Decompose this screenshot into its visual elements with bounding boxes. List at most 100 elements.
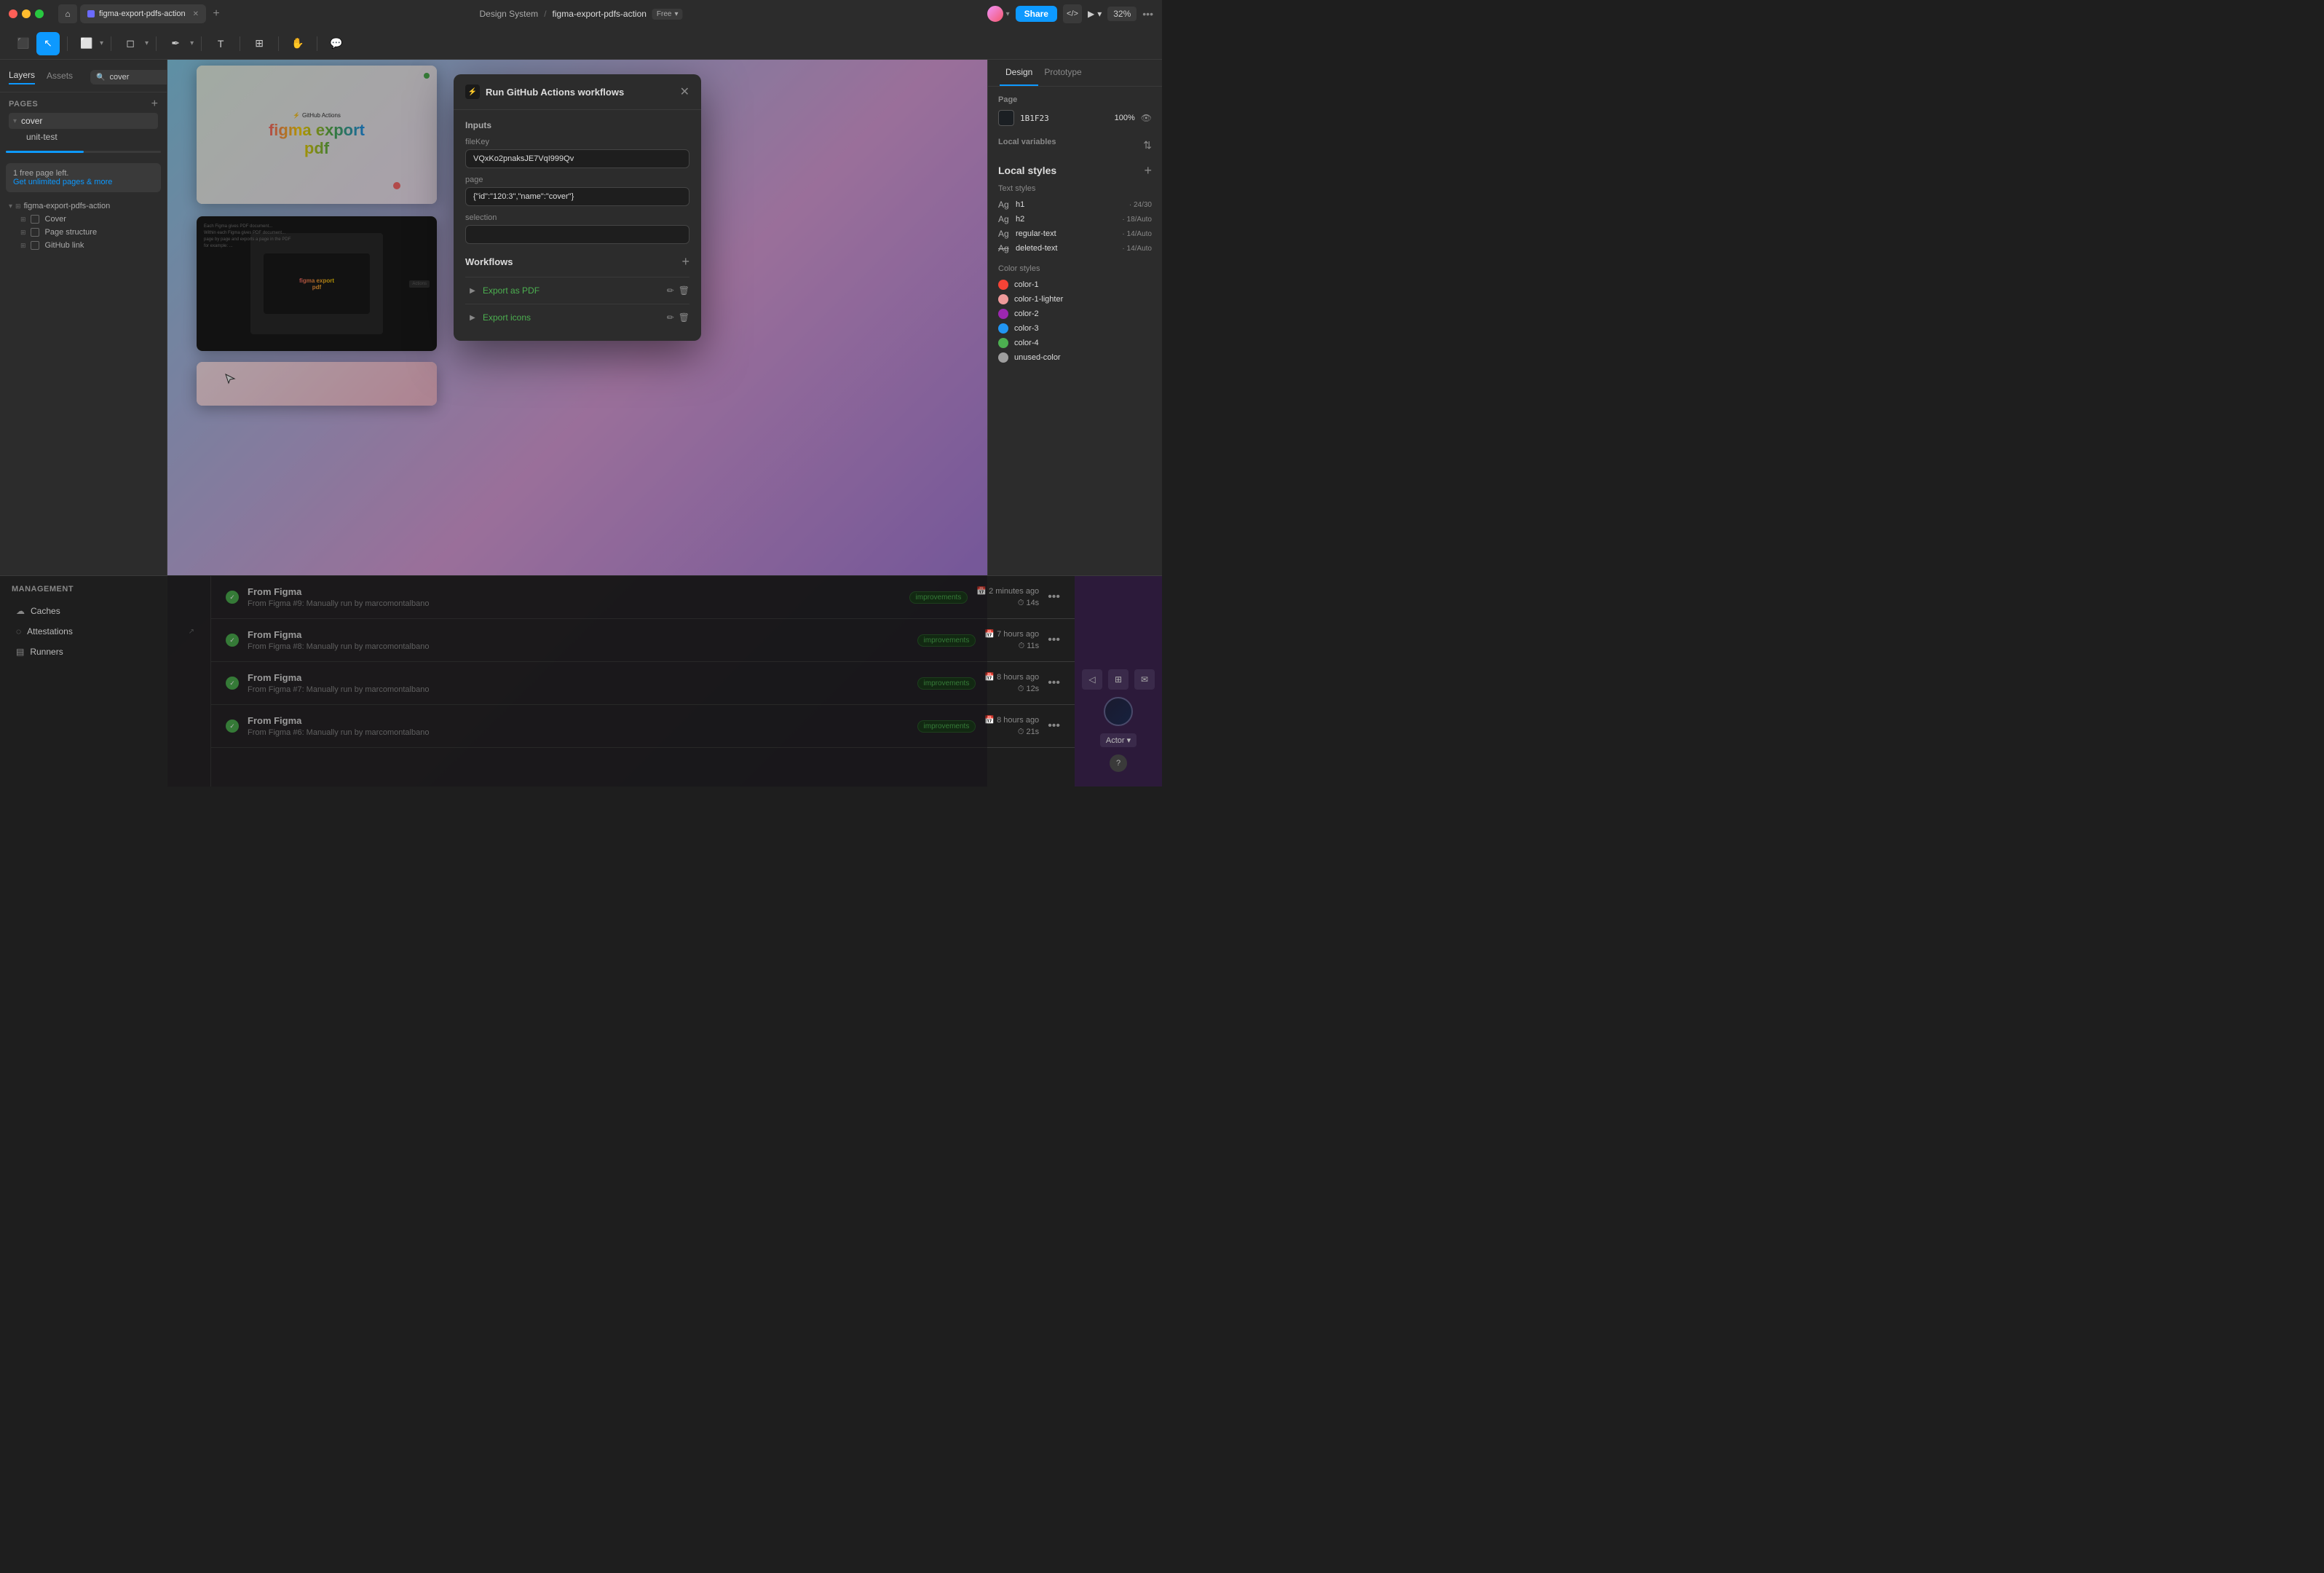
run-more-button[interactable]: ••• (1048, 677, 1060, 690)
page-color-value[interactable]: 1B1F23 (1020, 114, 1049, 123)
component-tool[interactable]: ⊞ (248, 32, 271, 55)
modal-close-button[interactable]: ✕ (680, 84, 689, 99)
comment-tool[interactable]: 💬 (325, 32, 348, 55)
layer-item-github-link[interactable]: ⊞ GitHub link (0, 239, 167, 252)
edit-workflow-button[interactable]: ✏ (667, 312, 674, 323)
fullscreen-button[interactable] (35, 9, 44, 18)
play-workflow-button[interactable]: ▶ (465, 283, 480, 298)
color-style-name[interactable]: color-2 (1014, 310, 1039, 318)
run-time-ago: 📅 7 hours ago (984, 629, 1039, 639)
color-style-name[interactable]: color-3 (1014, 324, 1039, 333)
local-styles-header: Local styles + (998, 164, 1152, 177)
color-style-name[interactable]: color-4 (1014, 339, 1039, 347)
color-style-name[interactable]: color-1-lighter (1014, 295, 1063, 304)
share-button[interactable]: Share (1016, 6, 1057, 22)
tab-layers[interactable]: Layers (9, 70, 35, 84)
search-input[interactable] (110, 73, 168, 82)
field-page: page (465, 176, 689, 206)
text-tool[interactable]: T (209, 32, 232, 55)
home-button[interactable]: ⌂ (58, 4, 77, 23)
icon-button-2[interactable]: ⊞ (1108, 669, 1129, 690)
add-style-button[interactable]: + (1144, 164, 1152, 177)
text-style-name[interactable]: h1 (1016, 200, 1024, 209)
color-swatch (998, 294, 1008, 304)
page-input[interactable] (465, 187, 689, 206)
run-more-button[interactable]: ••• (1048, 634, 1060, 647)
hand-tool[interactable]: ✋ (286, 32, 309, 55)
filekey-input[interactable] (465, 149, 689, 168)
free-badge[interactable]: Free ▾ (652, 9, 683, 20)
upgrade-link[interactable]: Get unlimited pages & more (13, 178, 112, 186)
modal-overlay[interactable]: ⚡ Run GitHub Actions workflows ✕ Inputs … (167, 60, 987, 786)
play-workflow-button[interactable]: ▶ (465, 310, 480, 325)
tab-assets[interactable]: Assets (47, 71, 73, 84)
code-button[interactable]: </> (1063, 4, 1082, 23)
layer-item-page-structure[interactable]: ⊞ Page structure (0, 226, 167, 239)
titlebar-right: ▾ Share </> ▶ ▾ 32% ••• (986, 4, 1153, 23)
close-button[interactable] (9, 9, 17, 18)
selection-input[interactable] (465, 225, 689, 244)
canvas-area[interactable]: ⚡ GitHub Actions figma exportpdf Each Fi… (167, 60, 987, 786)
icon-button-3[interactable]: ✉ (1134, 669, 1155, 690)
play-button[interactable]: ▶ ▾ (1088, 9, 1102, 19)
new-tab-button[interactable]: + (209, 7, 224, 21)
actor-dropdown[interactable]: Actor ▾ (1100, 733, 1137, 747)
color-style-name[interactable]: color-1 (1014, 280, 1039, 289)
delete-workflow-button[interactable]: 🗑 (679, 285, 689, 296)
tab-close-button[interactable]: ✕ (193, 10, 199, 18)
filekey-label: fileKey (465, 138, 689, 146)
color-swatch (998, 323, 1008, 334)
frame-tool[interactable]: ⬜ (75, 32, 98, 55)
add-workflow-button[interactable]: + (681, 254, 689, 269)
tab-prototype[interactable]: Prototype (1038, 60, 1087, 86)
help-button[interactable]: ? (1110, 754, 1127, 772)
more-options-button[interactable]: ••• (1142, 8, 1153, 20)
grid-icon: ⊞ (20, 242, 26, 250)
delete-workflow-button[interactable]: 🗑 (679, 312, 689, 323)
local-variables-header: Local variables ⇅ (998, 138, 1152, 152)
layer-item-root[interactable]: ▾ ⊞ figma-export-pdfs-action (0, 200, 167, 213)
pen-tool[interactable]: ✒ (164, 32, 187, 55)
workflow-name[interactable]: Export as PDF (483, 285, 667, 296)
page-opacity[interactable]: 100% (1115, 114, 1135, 122)
shape-tool[interactable]: ◻ (119, 32, 142, 55)
text-style-regular: Ag regular-text · 14/Auto (998, 226, 1152, 241)
tab-design[interactable]: Design (1000, 60, 1038, 86)
color-swatch (998, 280, 1008, 290)
layer-item-cover[interactable]: ⊞ Cover (0, 213, 167, 226)
local-variables-settings-icon[interactable]: ⇅ (1143, 139, 1152, 151)
grid-icon: ⊞ (20, 229, 26, 237)
page-name: unit-test (26, 132, 58, 142)
text-style-name[interactable]: h2 (1016, 215, 1024, 224)
visibility-toggle[interactable]: 👁 (1141, 113, 1152, 123)
edit-workflow-button[interactable]: ✏ (667, 285, 674, 296)
layer-name: figma-export-pdfs-action (24, 202, 111, 210)
add-page-button[interactable]: + (151, 98, 158, 110)
select-tool[interactable]: ↖ (36, 32, 60, 55)
workflow-name[interactable]: Export icons (483, 312, 667, 323)
avatar (986, 4, 1005, 23)
run-duration: ⏱ 14s (1018, 599, 1039, 608)
run-more-button[interactable]: ••• (1048, 591, 1060, 604)
icon-button-1[interactable]: ◁ (1082, 669, 1102, 690)
text-style-name[interactable]: deleted-text (1016, 244, 1057, 253)
run-meta: 📅 8 hours ago ⏱ 21s (984, 715, 1039, 737)
local-styles-section: Local styles + Text styles Ag h1 · 24/30… (998, 164, 1152, 365)
minimize-button[interactable] (22, 9, 31, 18)
text-style-name[interactable]: regular-text (1016, 229, 1056, 238)
color-style-name[interactable]: unused-color (1014, 353, 1061, 362)
file-tab[interactable]: figma-export-pdfs-action ✕ (80, 4, 206, 23)
progress-bar-fill (6, 151, 84, 153)
layer-name: GitHub link (45, 241, 84, 250)
page-color-swatch[interactable] (998, 110, 1014, 126)
move-tool[interactable]: ⬛ (12, 32, 35, 55)
color-swatch (998, 309, 1008, 319)
zoom-level[interactable]: 32% (1107, 7, 1137, 21)
page-item-unit-test[interactable]: unit-test (9, 129, 158, 145)
workflow-item-export-pdf: ▶ Export as PDF ✏ 🗑 (465, 277, 689, 304)
run-more-button[interactable]: ••• (1048, 720, 1060, 733)
workflows-title: Workflows (465, 256, 513, 267)
pages-section-title: Pages (9, 100, 38, 109)
tab-label: figma-export-pdfs-action (99, 9, 186, 18)
page-item-cover[interactable]: ▾ cover (9, 113, 158, 129)
